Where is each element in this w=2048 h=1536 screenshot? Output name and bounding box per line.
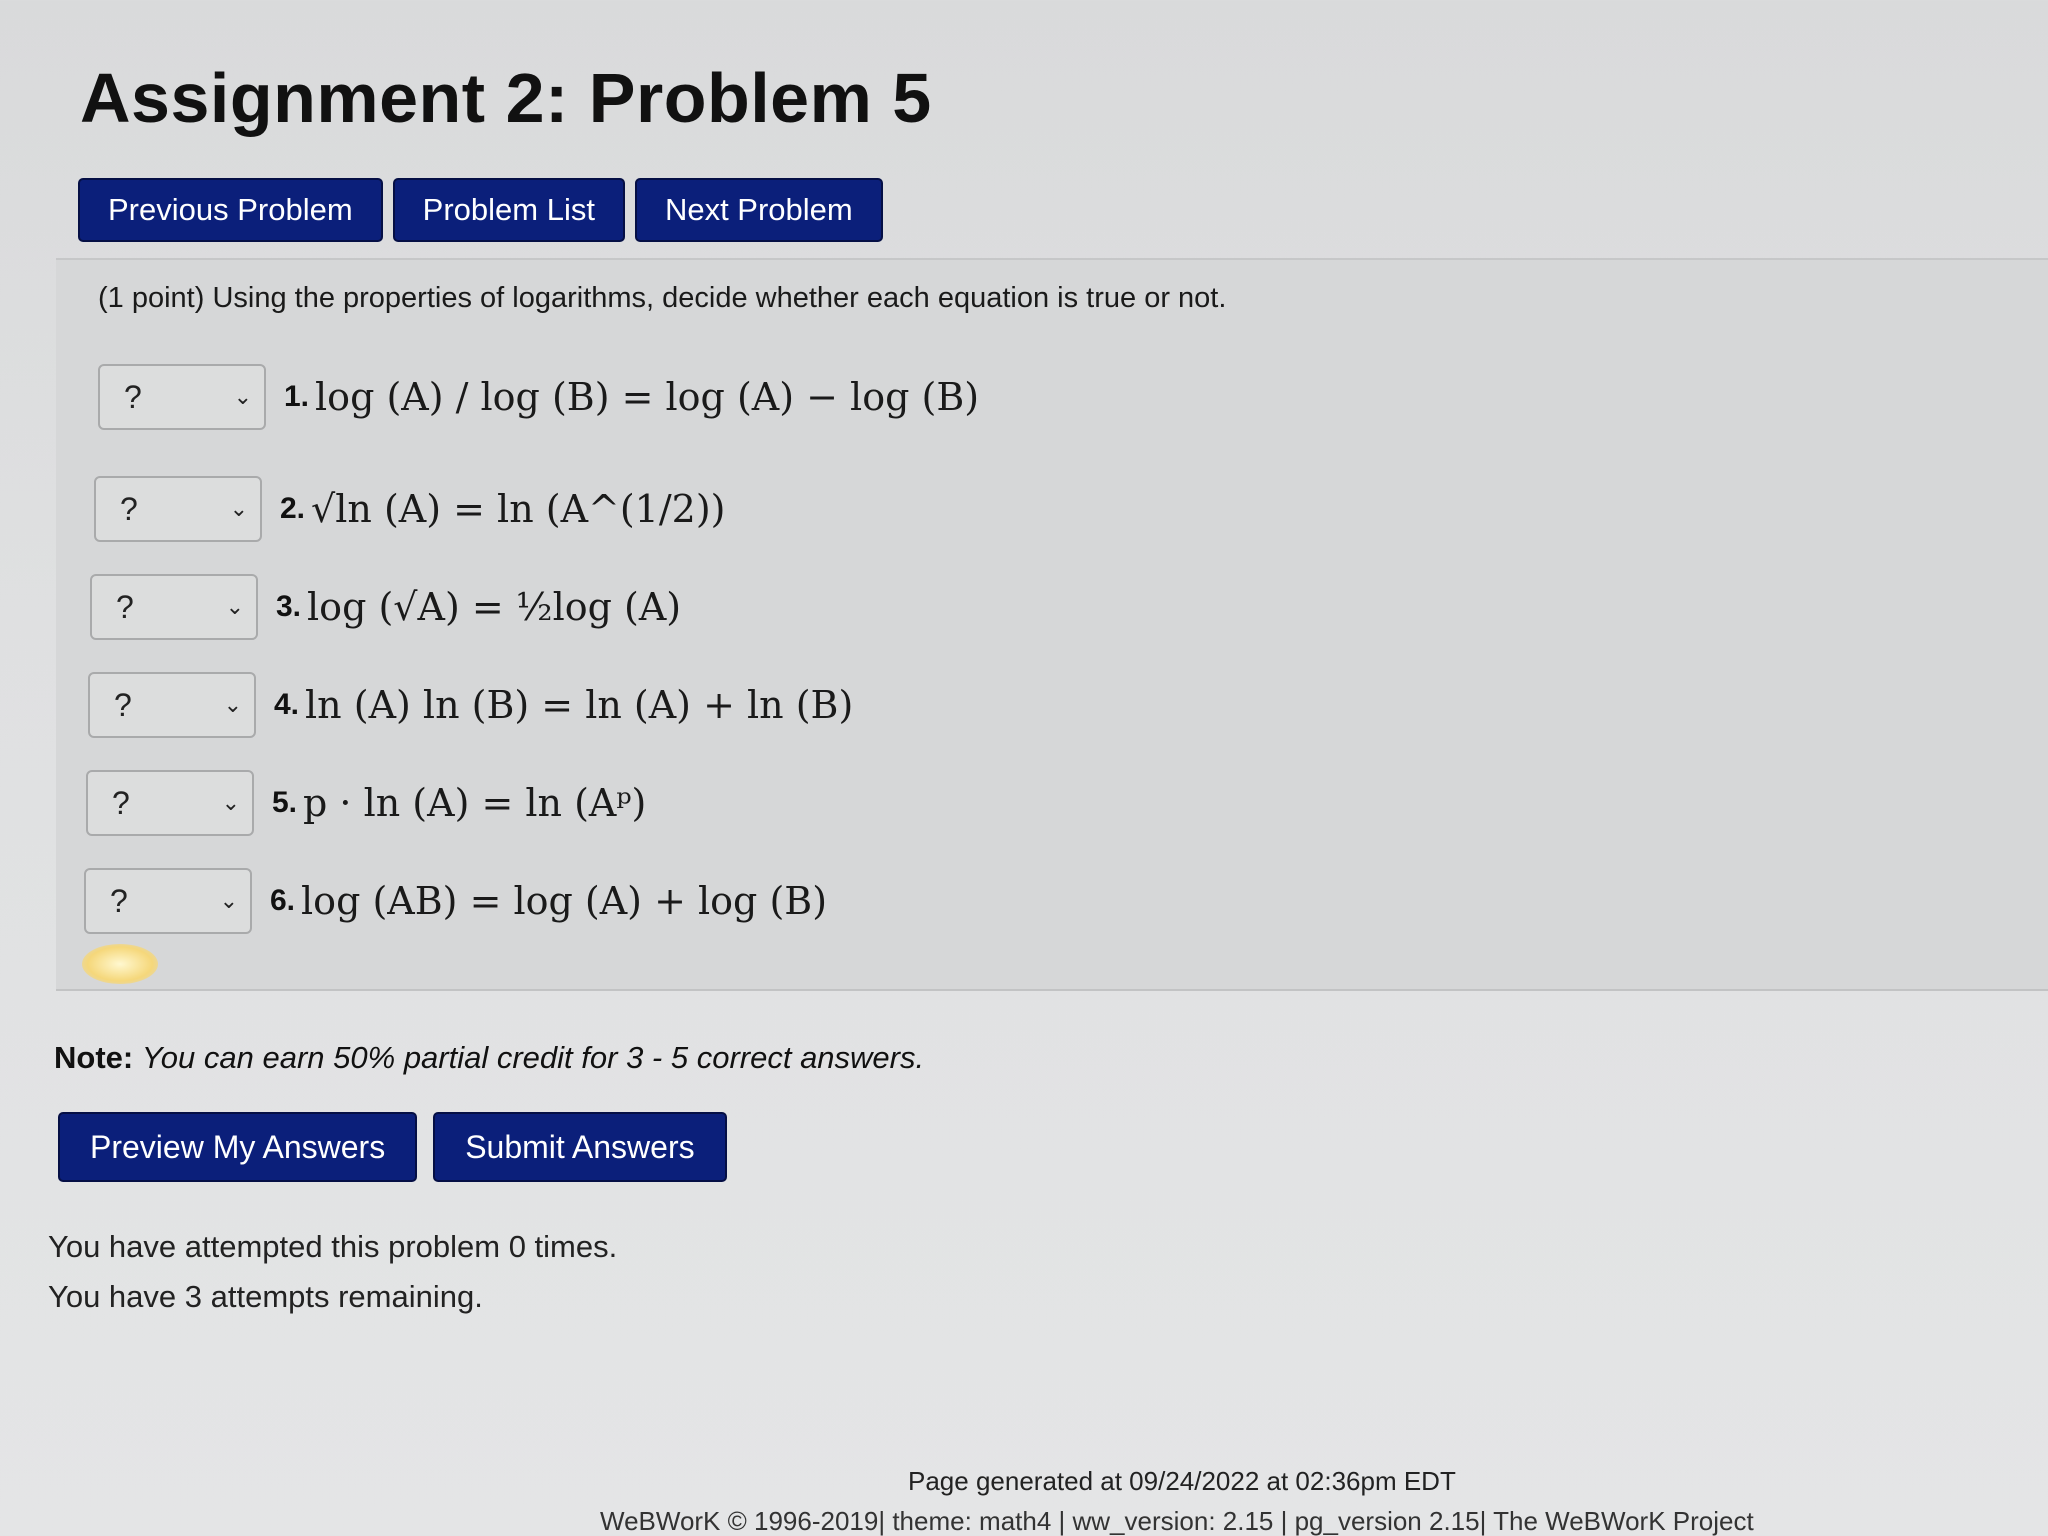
note-label: Note:	[54, 1040, 134, 1075]
partial-credit-note: Note: You can earn 50% partial credit fo…	[54, 1040, 924, 1076]
equation-text: p · ln (A) = ln (Aᵖ)	[303, 781, 647, 825]
equation-number: 4.	[274, 688, 300, 721]
answer-actions: Preview My Answers Submit Answers	[58, 1112, 727, 1182]
page-generated-footer: Page generated at 09/24/2022 at 02:36pm …	[908, 1466, 1456, 1496]
submit-answers-button[interactable]: Submit Answers	[433, 1112, 727, 1182]
select-value: ?	[124, 378, 142, 415]
equation-text: log (√A) = ½log (A)	[307, 585, 682, 629]
chevron-down-icon: ⌄	[225, 594, 244, 620]
note-text: You can earn 50% partial credit for 3 - …	[141, 1040, 925, 1075]
equation-number: 2.	[280, 492, 306, 525]
attempted-count-text: You have attempted this problem 0 times.	[48, 1229, 618, 1264]
equation-number: 6.	[270, 884, 296, 917]
equation-row: ? ⌄ 2. √ln (A) = ln (A^(1/2))	[94, 474, 726, 544]
answer-select-1[interactable]: ? ⌄	[98, 364, 266, 430]
page-title: Assignment 2: Problem 5	[80, 59, 932, 137]
equation-row: ? ⌄ 3. log (√A) = ½log (A)	[90, 572, 681, 642]
preview-answers-button[interactable]: Preview My Answers	[58, 1112, 418, 1182]
select-value: ?	[116, 588, 134, 625]
chevron-down-icon: ⌄	[229, 496, 248, 522]
select-value: ?	[114, 686, 132, 723]
answer-select-6[interactable]: ? ⌄	[84, 868, 252, 934]
chevron-down-icon: ⌄	[221, 790, 240, 816]
equation-number: 3.	[276, 590, 302, 623]
problem-nav: Previous Problem Problem List Next Probl…	[78, 178, 883, 242]
problem-panel: (1 point) Using the properties of logari…	[56, 258, 2048, 991]
previous-problem-button[interactable]: Previous Problem	[78, 178, 383, 242]
equation-number: 1.	[284, 380, 310, 413]
select-value: ?	[110, 882, 128, 919]
select-value: ?	[112, 784, 130, 821]
attempt-status: You have attempted this problem 0 times.…	[48, 1222, 617, 1322]
equation-row: ? ⌄ 6. log (AB) = log (A) + log (B)	[84, 866, 827, 936]
equation-row: ? ⌄ 1. log (A) / log (B) = log (A) − log…	[98, 362, 979, 432]
chevron-down-icon: ⌄	[233, 384, 252, 410]
answer-select-5[interactable]: ? ⌄	[86, 770, 254, 836]
answer-select-2[interactable]: ? ⌄	[94, 476, 262, 542]
equation-text: √ln (A) = ln (A^(1/2))	[311, 487, 726, 531]
problem-instructions: (1 point) Using the properties of logari…	[98, 282, 1227, 314]
next-problem-button[interactable]: Next Problem	[634, 178, 883, 242]
equation-number: 5.	[272, 786, 298, 819]
problem-list-button[interactable]: Problem List	[392, 178, 625, 242]
equation-row: ? ⌄ 4. ln (A) ln (B) = ln (A) + ln (B)	[88, 670, 853, 740]
chevron-down-icon: ⌄	[219, 888, 238, 914]
equation-text: ln (A) ln (B) = ln (A) + ln (B)	[305, 683, 854, 727]
answer-select-4[interactable]: ? ⌄	[88, 672, 256, 738]
credits-footer: WeBWorK © 1996-2019| theme: math4 | ww_v…	[600, 1506, 1754, 1536]
attempts-remaining-text: You have 3 attempts remaining.	[48, 1279, 483, 1314]
equation-text: log (AB) = log (A) + log (B)	[301, 879, 828, 923]
answer-select-3[interactable]: ? ⌄	[90, 574, 258, 640]
equation-row: ? ⌄ 5. p · ln (A) = ln (Aᵖ)	[86, 768, 646, 838]
select-value: ?	[120, 490, 138, 527]
chevron-down-icon: ⌄	[223, 692, 242, 718]
equation-text: log (A) / log (B) = log (A) − log (B)	[315, 375, 980, 419]
screen-glare	[82, 944, 158, 984]
